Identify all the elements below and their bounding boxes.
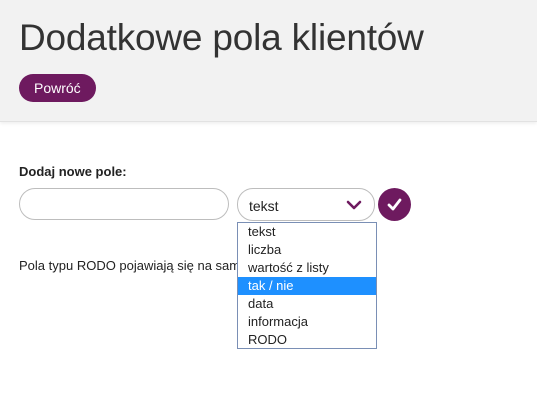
dropdown-option-liczba[interactable]: liczba [238,241,376,259]
field-type-select[interactable]: tekst [237,188,375,221]
dropdown-option-rodo[interactable]: RODO [238,331,376,349]
page-header: Dodatkowe pola klientów Powróć [0,0,537,122]
page-title: Dodatkowe pola klientów [19,17,424,58]
check-icon [387,198,402,211]
field-type-selected-value: tekst [249,198,279,214]
dropdown-option-wartosc-z-listy[interactable]: wartość z listy [238,259,376,277]
rodo-info-text: Pola typu RODO pojawiają się na samym do… [19,258,237,273]
dropdown-option-tak-nie[interactable]: tak / nie [238,277,376,295]
dropdown-option-data[interactable]: data [238,295,376,313]
field-name-input[interactable] [19,188,229,220]
add-field-label: Dodaj nowe pole: [19,164,127,179]
confirm-add-button[interactable] [378,188,411,221]
back-button[interactable]: Powróć [19,74,96,102]
chevron-down-icon [346,198,362,210]
dropdown-option-informacja[interactable]: informacja [238,313,376,331]
field-type-dropdown-list: tekst liczba wartość z listy tak / nie d… [237,222,377,349]
dropdown-option-tekst[interactable]: tekst [238,223,376,241]
